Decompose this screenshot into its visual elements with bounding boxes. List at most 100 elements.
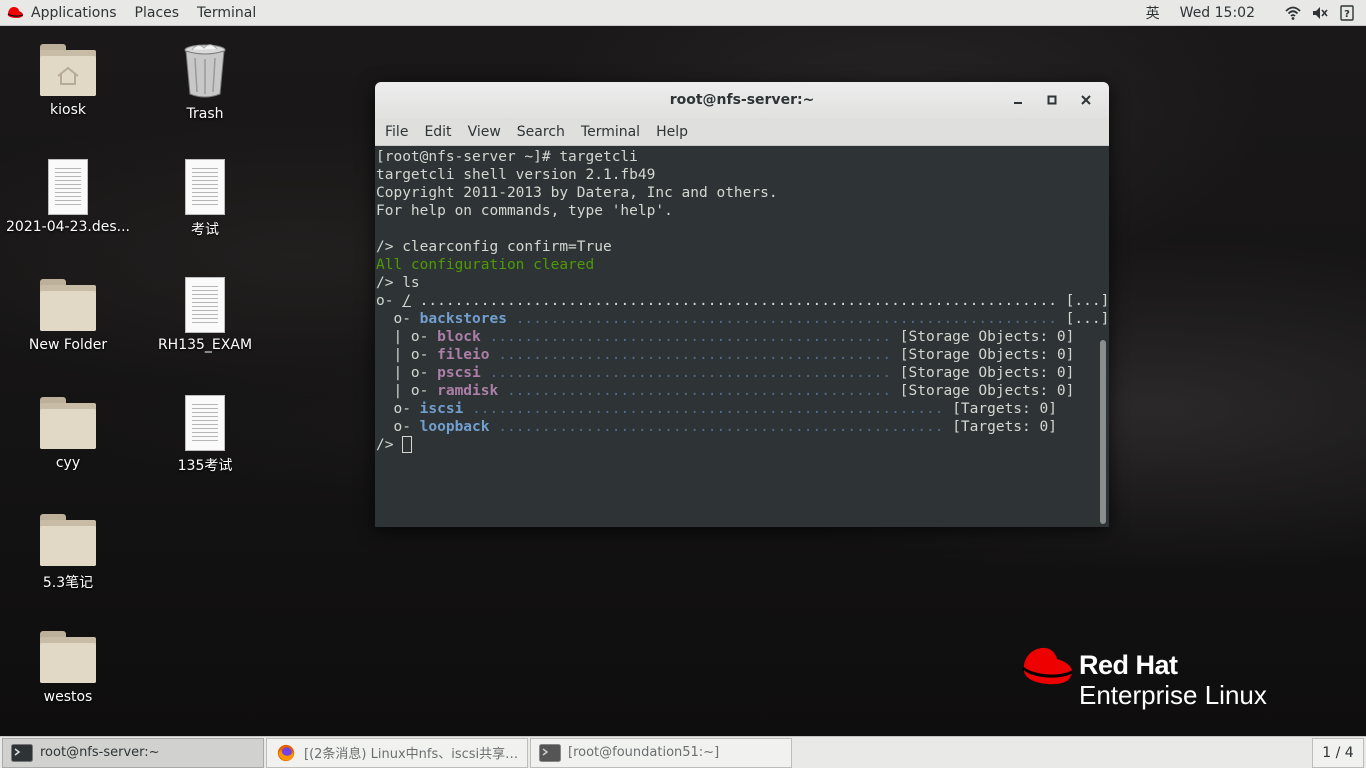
tree-dots: ........................................…	[480, 365, 900, 381]
terminal-line: /> ls	[376, 275, 420, 291]
redhat-logo: Red Hat Enterprise Linux	[1020, 645, 1290, 715]
taskbar-item-terminal-foundation[interactable]: [root@foundation51:~]	[530, 737, 792, 768]
menu-terminal[interactable]: Terminal	[573, 124, 648, 140]
terminal-line: [root@nfs-server ~]# targetcli	[376, 149, 638, 165]
terminal-line-success: All configuration cleared	[376, 257, 595, 273]
tree-prefix: | o-	[376, 347, 438, 363]
tree-prefix: | o-	[376, 329, 438, 345]
terminal-prompt-line[interactable]: />	[376, 436, 1109, 454]
redhat-wordmark: Red Hat	[1079, 650, 1178, 680]
tree-node-name: iscsi	[419, 401, 464, 417]
folder-icon	[40, 277, 96, 333]
terminal-line: For help on commands, type 'help'.	[376, 203, 673, 219]
desktop-icon-exam[interactable]: 考试	[140, 159, 270, 239]
input-method-indicator[interactable]: 英	[1146, 3, 1160, 23]
tree-row-backstores: o- backstores ..........................…	[376, 310, 1109, 328]
bottom-taskbar: root@nfs-server:~ [(2条消息) Linux中nfs、iscs…	[0, 736, 1366, 768]
close-button[interactable]	[1069, 86, 1103, 114]
desktop-icon-label: 5.3笔记	[42, 575, 94, 591]
tree-node-info: [Storage Objects: 0]	[899, 329, 1075, 345]
desktop-icon-cyy[interactable]: cyy	[3, 395, 133, 471]
desktop-icon-label: cyy	[55, 455, 81, 471]
document-icon	[185, 159, 225, 215]
tree-dots: ........................................…	[506, 311, 1066, 327]
tree-node-info: [Storage Objects: 0]	[899, 383, 1075, 399]
desktop-icon-desktop-file[interactable]: 2021-04-23.des...	[3, 159, 133, 235]
terminal-window[interactable]: root@nfs-server:~ File Edit View Search …	[375, 82, 1109, 527]
tree-row-iscsi: o- iscsi ...............................…	[376, 400, 1109, 418]
top-panel: Applications Places Terminal 英 Wed 15:02…	[0, 0, 1366, 26]
applications-label: Applications	[31, 4, 117, 21]
folder-icon	[40, 629, 96, 685]
desktop-icon-kiosk[interactable]: kiosk	[3, 42, 133, 118]
desktop-icon-label: 135考试	[177, 458, 233, 474]
tree-node-info: [...]	[1065, 311, 1109, 327]
desktop-icon-135-exam[interactable]: 135考试	[140, 395, 270, 475]
taskbar-label: root@nfs-server:~	[40, 745, 160, 760]
maximize-button[interactable]	[1035, 86, 1069, 114]
taskbar-label: [root@foundation51:~]	[568, 745, 720, 760]
home-folder-icon	[40, 42, 96, 98]
redhat-logo-icon	[1021, 647, 1073, 685]
places-menu[interactable]: Places	[126, 0, 189, 26]
tree-node-name: loopback	[419, 419, 490, 435]
tree-prefix: o-	[376, 293, 403, 309]
document-icon	[185, 277, 225, 333]
tree-node-name: /	[402, 293, 411, 309]
close-icon	[1081, 95, 1091, 105]
tree-node-name: pscsi	[437, 365, 481, 381]
desktop-icon-trash[interactable]: Trash	[140, 42, 270, 122]
terminal-icon	[11, 743, 33, 762]
terminal-menu-label: Terminal	[197, 4, 257, 21]
terminal-line: Copyright 2011-2013 by Datera, Inc and o…	[376, 185, 778, 201]
tree-prefix: o-	[376, 419, 420, 435]
tree-row-block: | o- block .............................…	[376, 328, 1109, 346]
document-icon	[48, 159, 88, 215]
desktop-icon-new-folder[interactable]: New Folder	[3, 277, 133, 353]
desktop-icon-notes[interactable]: 5.3笔记	[3, 512, 133, 592]
tree-dots: ........................................…	[410, 293, 1066, 309]
tree-node-name: backstores	[419, 311, 507, 327]
tree-row-loopback: o- loopback ............................…	[376, 418, 1109, 436]
tree-node-info: [Storage Objects: 0]	[899, 347, 1075, 363]
tree-prefix: o-	[376, 311, 420, 327]
tree-node-name: fileio	[437, 347, 490, 363]
wifi-icon[interactable]	[1285, 5, 1301, 21]
redhat-hat-icon	[7, 7, 24, 18]
tree-node-info: [Storage Objects: 0]	[899, 365, 1075, 381]
desktop-icon-label: westos	[43, 689, 93, 705]
desktop-icon-label: 2021-04-23.des...	[6, 219, 130, 235]
tree-prefix: | o-	[376, 365, 438, 381]
terminal-scrollbar[interactable]	[1100, 340, 1106, 524]
tree-row-ramdisk: | o- ramdisk ...........................…	[376, 382, 1109, 400]
workspace-switcher[interactable]: 1 / 4	[1312, 737, 1364, 768]
help-icon[interactable]: ?	[1339, 4, 1355, 21]
menu-view[interactable]: View	[460, 124, 509, 140]
window-titlebar[interactable]: root@nfs-server:~	[375, 82, 1109, 118]
menu-search[interactable]: Search	[509, 124, 573, 140]
desktop-icon-westos[interactable]: westos	[3, 629, 133, 705]
tree-node-name: block	[437, 329, 481, 345]
terminal-line: targetcli shell version 2.1.fb49	[376, 167, 656, 183]
applications-menu[interactable]: Applications	[0, 0, 126, 26]
volume-muted-icon[interactable]	[1312, 5, 1328, 21]
taskbar-item-firefox[interactable]: [(2条消息) Linux中nfs、iscsi共享服...	[266, 737, 528, 768]
firefox-icon	[277, 744, 295, 761]
tree-node-info: [Targets: 0]	[952, 419, 1057, 435]
desktop-icon-rh135-exam[interactable]: RH135_EXAM	[140, 277, 270, 353]
minimize-button[interactable]	[1001, 86, 1035, 114]
terminal-output[interactable]: [root@nfs-server ~]# targetcli targetcli…	[375, 146, 1109, 527]
terminal-app-menu[interactable]: Terminal	[188, 0, 265, 26]
taskbar-item-terminal-nfs[interactable]: root@nfs-server:~	[2, 737, 264, 768]
tree-row-fileio: | o- fileio ............................…	[376, 346, 1109, 364]
tree-prefix: o-	[376, 401, 420, 417]
tree-dots: ........................................…	[489, 347, 900, 363]
menu-edit[interactable]: Edit	[416, 124, 459, 140]
menu-help[interactable]: Help	[648, 124, 696, 140]
desktop-icon-label: RH135_EXAM	[157, 337, 253, 353]
clock[interactable]: Wed 15:02	[1180, 5, 1255, 21]
terminal-menubar: File Edit View Search Terminal Help	[375, 118, 1109, 146]
tree-row-pscsi: | o- pscsi .............................…	[376, 364, 1109, 382]
menu-file[interactable]: File	[377, 124, 416, 140]
